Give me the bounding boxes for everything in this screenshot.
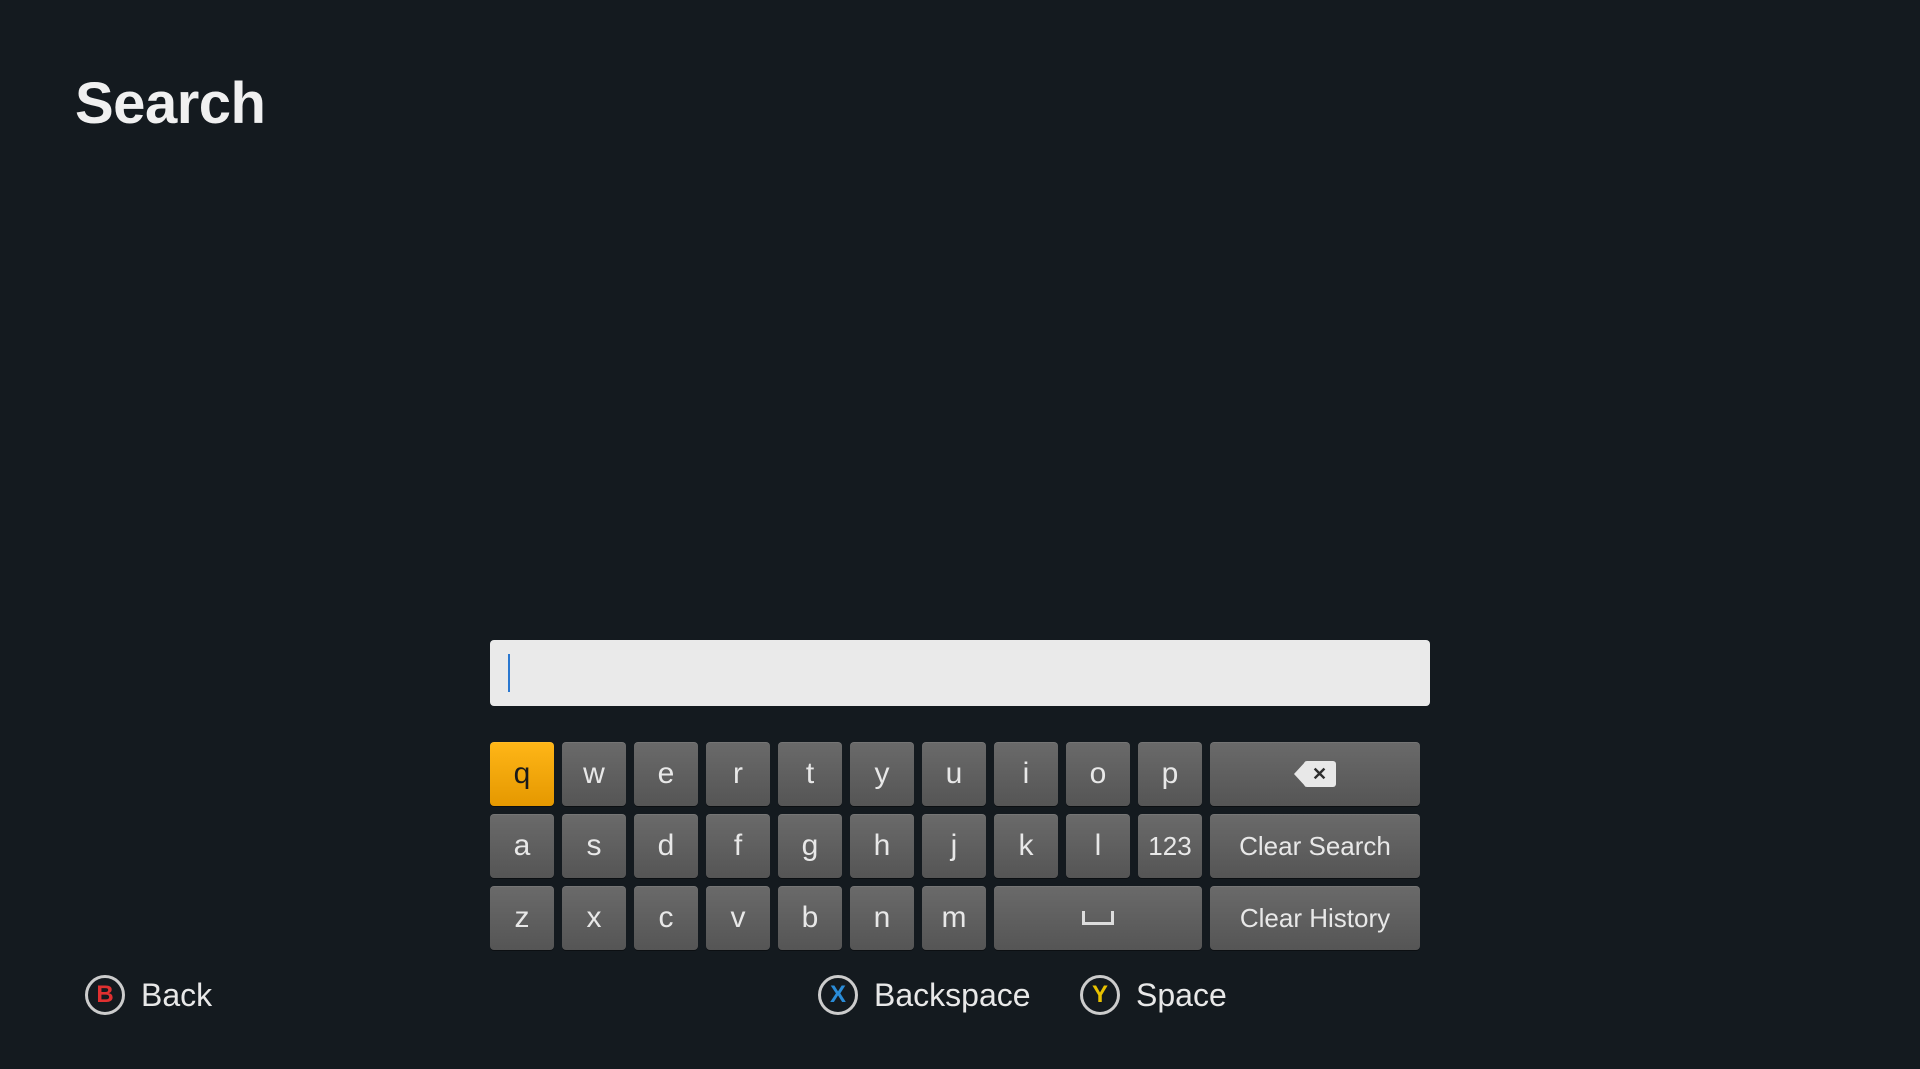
space-icon: [1082, 911, 1114, 925]
key-c[interactable]: c: [634, 886, 698, 950]
keyboard-row-0: q w e r t y u i o p ✕: [490, 742, 1430, 806]
hint-backspace: X Backspace: [818, 975, 1031, 1015]
key-v[interactable]: v: [706, 886, 770, 950]
key-z[interactable]: z: [490, 886, 554, 950]
text-cursor: [508, 654, 510, 692]
key-l[interactable]: l: [1066, 814, 1130, 878]
key-r[interactable]: r: [706, 742, 770, 806]
key-s[interactable]: s: [562, 814, 626, 878]
key-a[interactable]: a: [490, 814, 554, 878]
key-m[interactable]: m: [922, 886, 986, 950]
key-g[interactable]: g: [778, 814, 842, 878]
keyboard-row-2: z x c v b n m Clear History: [490, 886, 1430, 950]
key-q[interactable]: q: [490, 742, 554, 806]
key-i[interactable]: i: [994, 742, 1058, 806]
key-f[interactable]: f: [706, 814, 770, 878]
key-123[interactable]: 123: [1138, 814, 1202, 878]
keyboard-row-1: a s d f g h j k l 123 Clear Search: [490, 814, 1430, 878]
key-o[interactable]: o: [1066, 742, 1130, 806]
hint-space: Y Space: [1080, 975, 1227, 1015]
hint-space-label: Space: [1136, 977, 1227, 1014]
key-space[interactable]: [994, 886, 1202, 950]
key-clear-history[interactable]: Clear History: [1210, 886, 1420, 950]
key-x[interactable]: x: [562, 886, 626, 950]
keyboard-rows: q w e r t y u i o p ✕ a s d f g h j k: [490, 742, 1430, 950]
hint-back-label: Back: [141, 977, 212, 1014]
key-u[interactable]: u: [922, 742, 986, 806]
y-button-icon: Y: [1080, 975, 1120, 1015]
key-d[interactable]: d: [634, 814, 698, 878]
onscreen-keyboard: q w e r t y u i o p ✕ a s d f g h j k: [490, 640, 1430, 950]
key-w[interactable]: w: [562, 742, 626, 806]
hint-back: B Back: [85, 975, 212, 1015]
key-e[interactable]: e: [634, 742, 698, 806]
backspace-icon: ✕: [1294, 761, 1336, 787]
key-p[interactable]: p: [1138, 742, 1202, 806]
hint-backspace-label: Backspace: [874, 977, 1031, 1014]
key-backspace[interactable]: ✕: [1210, 742, 1420, 806]
key-clear-search[interactable]: Clear Search: [1210, 814, 1420, 878]
key-t[interactable]: t: [778, 742, 842, 806]
key-j[interactable]: j: [922, 814, 986, 878]
page-title: Search: [75, 70, 265, 137]
key-n[interactable]: n: [850, 886, 914, 950]
key-k[interactable]: k: [994, 814, 1058, 878]
controller-hints: B Back X Backspace Y Space: [0, 968, 1920, 1022]
b-button-icon: B: [85, 975, 125, 1015]
key-h[interactable]: h: [850, 814, 914, 878]
key-y[interactable]: y: [850, 742, 914, 806]
x-button-icon: X: [818, 975, 858, 1015]
key-b[interactable]: b: [778, 886, 842, 950]
search-input[interactable]: [490, 640, 1430, 706]
